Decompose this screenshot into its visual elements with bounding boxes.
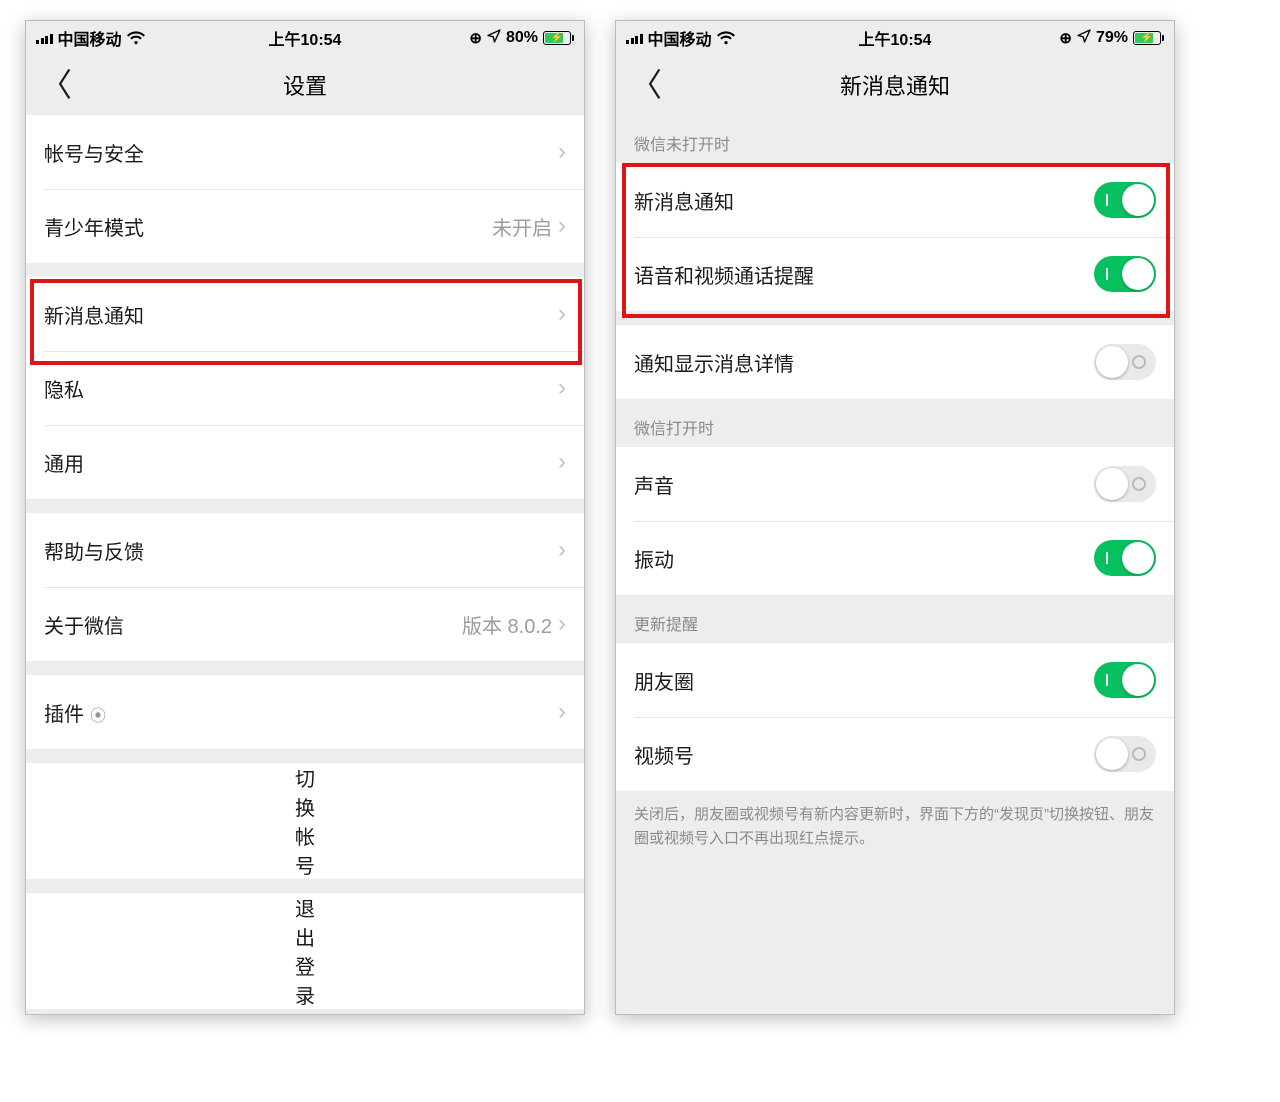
cell-about[interactable]: 关于微信 版本 8.0.2 › [26,587,584,661]
chevron-right-icon: › [558,214,566,238]
cell-label: 语音和视频通话提醒 [634,260,1094,289]
cell-privacy[interactable]: 隐私 › [26,351,584,425]
cell-label: 帐号与安全 [44,138,558,167]
cell-label: 通用 [44,448,558,477]
cell-label: 声音 [634,470,1094,499]
chevron-right-icon: › [558,700,566,724]
chevron-right-icon: › [558,140,566,164]
cell-help-feedback[interactable]: 帮助与反馈 › [26,513,584,587]
toggle-voice-video[interactable] [1094,256,1156,292]
battery-percent: 80% [506,29,538,47]
cell-value: 版本 8.0.2 [462,610,552,639]
status-bar: 中国移动 上午10:54 ⊕ 80% ⚡ [26,21,584,55]
section-title-updates: 更新提醒 [616,595,1174,643]
nav-bar: 〈 新消息通知 [616,55,1174,115]
cell-label: 青少年模式 [44,212,492,241]
cell-plugins[interactable]: 插件⦿ › [26,675,584,749]
cell-label: 振动 [634,544,1094,573]
row-voice-video: 语音和视频通话提醒 [616,237,1174,311]
carrier-label: 中国移动 [58,26,122,50]
row-show-detail: 通知显示消息详情 [616,325,1174,399]
row-channels: 视频号 [616,717,1174,791]
row-vibrate: 振动 [616,521,1174,595]
phone-notifications: 中国移动 上午10:54 ⊕ 79% ⚡ 〈 新消息通知 微信未打开时 新消息通… [615,20,1175,1015]
battery-icon: ⚡ [543,31,574,45]
cell-label: 帮助与反馈 [44,536,558,565]
cell-value: 未开启 [492,212,552,241]
signal-icon [626,32,643,44]
cell-label: 通知显示消息详情 [634,348,1094,377]
plugin-icon: ⦿ [90,708,106,725]
back-button[interactable]: 〈 [630,69,662,101]
wifi-icon [127,31,145,45]
status-bar: 中国移动 上午10:54 ⊕ 79% ⚡ [616,21,1174,55]
location-icon [1077,29,1091,48]
carrier-label: 中国移动 [648,26,712,50]
wifi-icon [717,31,735,45]
phone-settings: 中国移动 上午10:54 ⊕ 80% ⚡ 〈 设置 帐号与安全 › 青少年模式 [25,20,585,1015]
cell-general[interactable]: 通用 › [26,425,584,499]
nav-bar: 〈 设置 [26,55,584,115]
toggle-vibrate[interactable] [1094,540,1156,576]
cell-new-msg-notify[interactable]: 新消息通知 › [26,277,584,351]
cell-label: 切换帐号 [295,763,315,879]
footer-note: 关闭后，朋友圈或视频号有新内容更新时，界面下方的“发现页”切换按钮、朋友圈或视频… [616,791,1174,851]
battery-percent: 79% [1096,29,1128,47]
page-title: 新消息通知 [840,69,950,101]
rotation-lock-icon: ⊕ [469,29,482,47]
cell-label: 隐私 [44,374,558,403]
clock: 上午10:54 [859,26,932,50]
cell-label: 新消息通知 [44,300,558,329]
chevron-right-icon: › [558,302,566,326]
chevron-right-icon: › [558,612,566,636]
chevron-right-icon: › [558,450,566,474]
cell-label: 退出登录 [295,893,315,1009]
cell-account-security[interactable]: 帐号与安全 › [26,115,584,189]
cell-label: 插件⦿ [44,698,558,727]
clock: 上午10:54 [269,26,342,50]
back-button[interactable]: 〈 [40,69,72,101]
cell-logout[interactable]: 退出登录 [26,893,584,1009]
location-icon [487,29,501,48]
toggle-new-msg[interactable] [1094,182,1156,218]
cell-youth-mode[interactable]: 青少年模式 未开启 › [26,189,584,263]
section-title-open: 微信打开时 [616,399,1174,447]
toggle-moments[interactable] [1094,662,1156,698]
cell-label: 视频号 [634,740,1094,769]
row-new-msg-notify: 新消息通知 [616,163,1174,237]
rotation-lock-icon: ⊕ [1059,29,1072,47]
signal-icon [36,32,53,44]
page-title: 设置 [283,69,327,101]
row-moments: 朋友圈 [616,643,1174,717]
toggle-sound[interactable] [1094,466,1156,502]
cell-label: 新消息通知 [634,186,1094,215]
cell-label: 朋友圈 [634,666,1094,695]
row-sound: 声音 [616,447,1174,521]
cell-switch-account[interactable]: 切换帐号 [26,763,584,879]
chevron-right-icon: › [558,376,566,400]
section-title-closed: 微信未打开时 [616,115,1174,163]
chevron-right-icon: › [558,538,566,562]
toggle-show-detail[interactable] [1094,344,1156,380]
battery-icon: ⚡ [1133,31,1164,45]
cell-label: 关于微信 [44,610,462,639]
toggle-channels[interactable] [1094,736,1156,772]
